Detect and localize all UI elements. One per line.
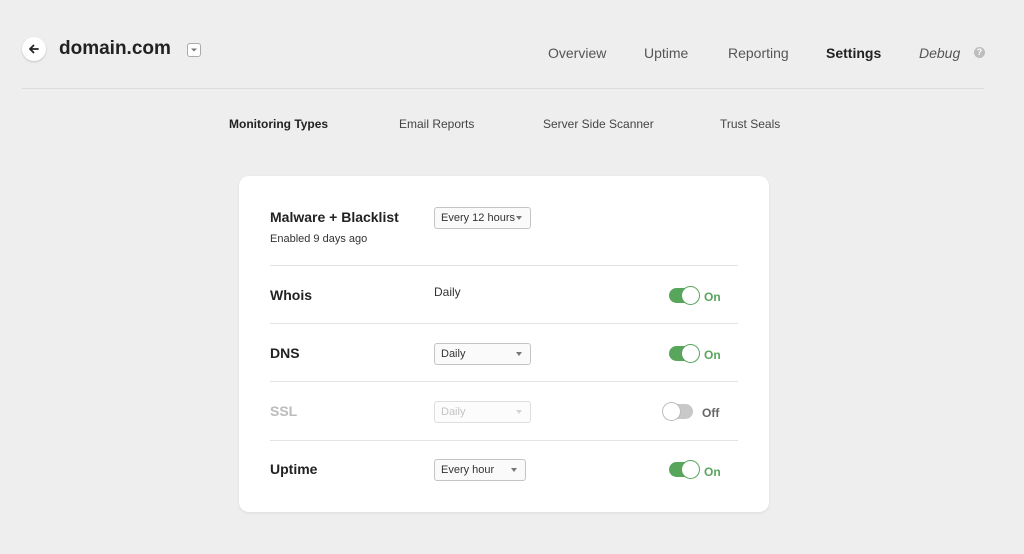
toggle-knob	[663, 403, 680, 420]
row-divider	[270, 265, 738, 266]
question-circle-icon[interactable]: ?	[974, 47, 985, 58]
toggle-knob	[682, 461, 699, 478]
row-title: DNS	[270, 345, 300, 361]
dns-toggle-label: On	[704, 348, 721, 362]
whois-toggle-label: On	[704, 290, 721, 304]
site-dropdown-button[interactable]	[187, 43, 201, 57]
caret-down-icon	[516, 216, 522, 220]
uptime-toggle-label: On	[704, 465, 721, 479]
dns-frequency-select[interactable]: Daily	[434, 343, 531, 365]
select-value: Every 12 hours	[441, 212, 515, 224]
whois-frequency-value: Daily	[434, 285, 461, 299]
row-malware-blacklist: Malware + Blacklist Enabled 9 days ago E…	[270, 207, 738, 248]
subnav-trust-seals[interactable]: Trust Seals	[720, 116, 780, 132]
select-value: Every hour	[441, 464, 495, 476]
row-divider	[270, 381, 738, 382]
ssl-toggle[interactable]	[663, 403, 693, 420]
row-divider	[270, 440, 738, 441]
top-header: domain.com Overview Uptime Reporting Set…	[0, 0, 1024, 90]
row-whois: Whois Daily On	[270, 285, 738, 307]
nav-reporting[interactable]: Reporting	[728, 43, 789, 63]
row-dns: DNS Daily On	[270, 343, 738, 365]
row-title: Malware + Blacklist	[270, 209, 399, 225]
subnav-server-side-scanner[interactable]: Server Side Scanner	[543, 116, 654, 132]
monitoring-types-card: Malware + Blacklist Enabled 9 days ago E…	[239, 176, 769, 512]
toggle-knob	[682, 287, 699, 304]
subnav-email-reports[interactable]: Email Reports	[399, 116, 474, 132]
uptime-toggle[interactable]	[669, 461, 699, 478]
chevron-down-icon	[191, 48, 197, 52]
subnav-monitoring-types[interactable]: Monitoring Types	[229, 116, 328, 132]
ssl-toggle-label: Off	[702, 406, 720, 420]
caret-down-icon	[511, 468, 517, 472]
nav-overview[interactable]: Overview	[548, 43, 606, 63]
nav-debug[interactable]: Debug	[919, 43, 960, 63]
caret-down-icon	[516, 352, 522, 356]
ssl-frequency-select[interactable]: Daily	[434, 401, 531, 423]
toggle-knob	[682, 345, 699, 362]
malware-frequency-select[interactable]: Every 12 hours	[434, 207, 531, 229]
row-title: Uptime	[270, 461, 318, 477]
dns-toggle[interactable]	[669, 345, 699, 362]
back-button[interactable]	[22, 37, 46, 61]
row-subtitle: Enabled 9 days ago	[270, 233, 368, 245]
select-value: Daily	[441, 348, 466, 360]
nav-settings[interactable]: Settings	[826, 43, 881, 63]
site-title: domain.com	[59, 38, 171, 59]
caret-down-icon	[516, 410, 522, 414]
header-divider	[22, 88, 984, 89]
row-title: SSL	[270, 403, 298, 419]
uptime-frequency-select[interactable]: Every hour	[434, 459, 526, 481]
row-ssl: SSL Daily Off	[270, 401, 738, 423]
row-divider	[270, 323, 738, 324]
whois-toggle[interactable]	[669, 287, 699, 304]
select-value: Daily	[441, 406, 466, 418]
nav-uptime[interactable]: Uptime	[644, 43, 688, 63]
row-uptime: Uptime Every hour On	[270, 459, 738, 481]
row-title: Whois	[270, 287, 312, 303]
arrow-left-icon	[29, 44, 39, 54]
